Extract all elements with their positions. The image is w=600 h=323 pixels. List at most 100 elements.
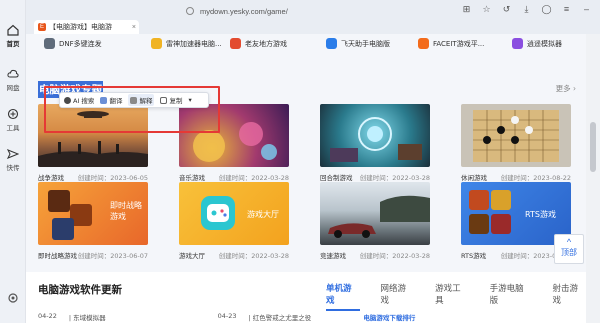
card-name: RTS游戏	[461, 252, 487, 260]
more-link[interactable]: 更多 ›	[556, 83, 576, 94]
tile-item[interactable]: DNF多键连发	[44, 38, 102, 49]
translate-icon	[100, 96, 108, 104]
sidebar-settings[interactable]	[0, 292, 26, 304]
home-icon	[7, 24, 19, 36]
favorite-icon[interactable]: ☆	[481, 4, 492, 15]
card-date: 创建时间：2023-06-05	[77, 174, 148, 182]
tile-item[interactable]: 逍遥模拟器	[512, 38, 562, 49]
site-info-icon[interactable]	[186, 7, 194, 15]
card-date: 创建时间：2022-03-28	[218, 252, 289, 260]
game-card[interactable]: 休闲游戏 创建时间：2023-08-22	[461, 104, 571, 182]
tab-tools[interactable]: 游戏工具	[435, 282, 469, 311]
card-date: 创建时间：2023-08-22	[500, 174, 571, 182]
gear-icon	[8, 293, 18, 303]
sidebar-item-tools[interactable]: 工具	[0, 108, 26, 132]
sidebar-item-home[interactable]: 首页	[0, 24, 26, 48]
toolbar-icons: ⊞ ☆ ↺ ⤓ ◯ ≡ –	[461, 4, 592, 15]
card-image	[320, 104, 430, 167]
turn-based-scene-icon	[330, 117, 422, 162]
app-icon	[44, 38, 55, 49]
panel-tabs: 单机游戏 网络游戏 游戏工具 手游电脑版 射击游戏	[326, 282, 586, 311]
favicon-icon: E	[38, 23, 46, 31]
scrollbar-thumb[interactable]	[590, 122, 596, 172]
sidebar-item-send[interactable]: 快传	[0, 148, 26, 172]
download-icon[interactable]: ⤓	[521, 4, 532, 15]
account-icon[interactable]: ◯	[541, 4, 552, 15]
app-icon	[326, 38, 337, 49]
card-image: 游戏大厅	[179, 182, 289, 245]
copy-button[interactable]: 复制	[160, 95, 182, 105]
card-overlay-text: RTS游戏	[525, 210, 556, 219]
go-board-icon	[473, 110, 559, 162]
sidebar-item-label: 快传	[6, 164, 20, 172]
game-card[interactable]: 游戏大厅 游戏大厅 创建时间：2022-03-28	[179, 182, 289, 260]
card-name: 战争游戏	[38, 174, 64, 182]
browser-tab[interactable]: E 【电脑游戏】电脑游 ×	[34, 20, 139, 34]
back-to-top-button[interactable]: ^ 顶部	[554, 234, 584, 264]
sidebar-item-cloud[interactable]: 网盘	[0, 68, 26, 92]
quick-tiles: DNF多键连发 雷神加速器电脑... 老友地方游戏 飞天助手电脑版 FACEIT…	[26, 34, 586, 56]
card-image: 即时战略 游戏	[38, 182, 148, 245]
ai-search-button[interactable]: AI 搜索	[64, 95, 94, 105]
menu-icon[interactable]: ≡	[561, 4, 572, 15]
tab-single-player[interactable]: 单机游戏	[326, 282, 360, 311]
chevron-down-icon: ▾	[188, 96, 192, 104]
tile-item[interactable]: FACEIT游戏平...	[418, 38, 484, 49]
browser-topbar: E 【电脑游戏】电脑游 × mydown.yesky.com/game/ ⊞ ☆…	[26, 0, 600, 34]
minimize-icon[interactable]: –	[581, 4, 592, 15]
card-image	[461, 104, 571, 167]
sidebar-item-label: 首页	[6, 40, 20, 48]
address-bar[interactable]: mydown.yesky.com/game/	[186, 4, 386, 18]
list-item[interactable]: 04-22 | 东域模拟器 04-23 | 红色警戒之尤里之役 电脑游戏下载排行	[38, 312, 415, 322]
tab-title: 【电脑游戏】电脑游	[49, 23, 112, 31]
more-options-button[interactable]: ▾	[188, 96, 191, 104]
card-name: 回合制游戏	[320, 174, 353, 182]
tab-online[interactable]: 网络游戏	[381, 282, 415, 311]
tab-shooter[interactable]: 射击游戏	[553, 282, 587, 311]
card-date: 创建时间：2022-03-28	[359, 252, 430, 260]
close-tab-icon[interactable]: ×	[132, 24, 136, 31]
card-overlay-text: 游戏大厅	[247, 210, 279, 219]
tile-item[interactable]: 飞天助手电脑版	[326, 38, 390, 49]
game-card[interactable]: 即时战略 游戏 即时战略游戏 创建时间：2023-06-07	[38, 182, 148, 260]
browser-sidebar: 首页 网盘 工具 快传	[0, 0, 26, 323]
card-name: 竞速游戏	[320, 252, 346, 260]
explain-icon	[130, 96, 138, 104]
toolbox-icon	[7, 108, 19, 120]
explain-button[interactable]: 解释	[128, 94, 155, 106]
page-scrollbar[interactable]	[586, 34, 600, 323]
card-name: 即时战略游戏	[38, 252, 77, 260]
tile-item[interactable]: 雷神加速器电脑...	[151, 38, 222, 49]
send-icon	[7, 149, 19, 159]
card-name: 音乐游戏	[179, 174, 205, 182]
tab-mobile-pc[interactable]: 手游电脑版	[490, 282, 532, 311]
game-card[interactable]: 回合制游戏 创建时间：2022-03-28	[320, 104, 430, 182]
arrow-up-icon: ^	[566, 237, 572, 247]
sidebar-item-label: 网盘	[6, 84, 20, 92]
history-icon[interactable]: ↺	[501, 4, 512, 15]
sidebar-item-label: 工具	[6, 124, 20, 132]
page-content: DNF多键连发 雷神加速器电脑... 老友地方游戏 飞天助手电脑版 FACEIT…	[26, 34, 586, 323]
grid-icon[interactable]: ⊞	[461, 4, 472, 15]
game-card[interactable]: 竞速游戏 创建时间：2022-03-28	[320, 182, 430, 260]
software-update-panel: 电脑游戏软件更新 单机游戏 网络游戏 游戏工具 手游电脑版 射击游戏 04-22…	[26, 272, 586, 323]
url-text: mydown.yesky.com/game/	[200, 6, 288, 16]
app-icon	[151, 38, 162, 49]
card-date: 创建时间：2022-03-28	[218, 174, 289, 182]
card-image	[320, 182, 430, 245]
translate-button[interactable]: 翻译	[100, 95, 122, 105]
app-icon	[418, 38, 429, 49]
copy-icon	[160, 96, 168, 104]
card-date: 创建时间：2023-06-07	[77, 252, 148, 260]
cloud-icon	[7, 69, 19, 78]
tile-item[interactable]: 老友地方游戏	[230, 38, 287, 49]
app-icon	[230, 38, 241, 49]
ai-search-icon	[64, 96, 71, 104]
panel-title: 电脑游戏软件更新	[38, 284, 122, 296]
card-name: 游戏大厅	[179, 252, 205, 260]
card-date: 创建时间：2022-03-28	[359, 174, 430, 182]
app-icon	[512, 38, 523, 49]
card-overlay-text: 即时战略 游戏	[110, 201, 142, 221]
card-name: 休闲游戏	[461, 174, 487, 182]
racing-scene-icon	[328, 195, 430, 238]
